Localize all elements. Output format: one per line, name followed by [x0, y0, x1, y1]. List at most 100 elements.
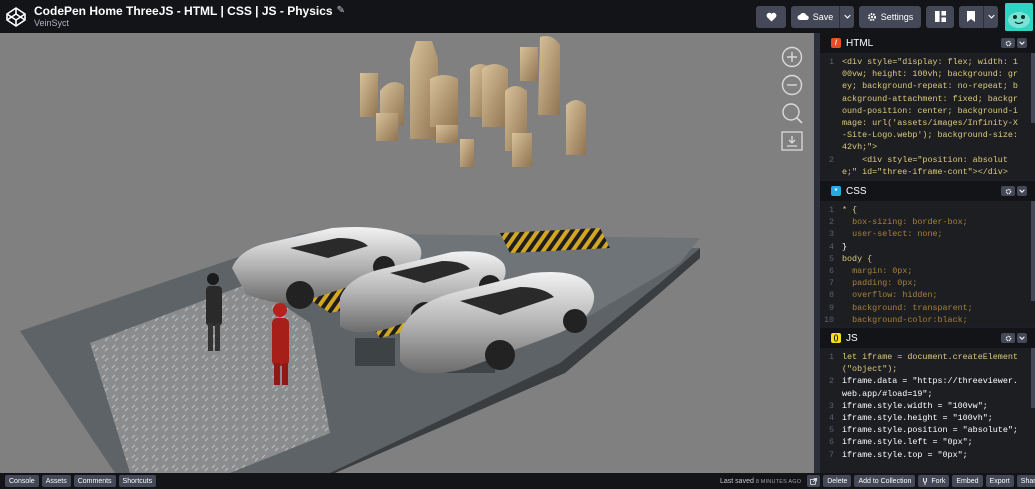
- preview-pane[interactable]: [0, 33, 814, 473]
- gear-icon: [1005, 40, 1011, 46]
- threejs-scene-canvas[interactable]: [0, 33, 814, 473]
- html-editor-pane[interactable]: / HTML 1 <div style="display: flex; width…: [820, 33, 1035, 179]
- share-button[interactable]: Share: [1016, 475, 1035, 487]
- last-saved-text: Last saved 8 MINUTES AGO: [720, 477, 802, 485]
- zoom-out-icon: [781, 74, 803, 96]
- add-to-collection-button[interactable]: Add to Collection: [854, 475, 916, 487]
- code-line: 1 * {: [828, 205, 858, 215]
- fork-label: Fork: [931, 477, 946, 485]
- code-line: 9 background: transparent;: [828, 302, 973, 313]
- code-line: 4}: [828, 241, 848, 252]
- code-line: 10 background-color:black;: [823, 314, 968, 325]
- css-collapse-button[interactable]: [1017, 186, 1027, 196]
- js-editor-pane[interactable]: () JS 1 let iframe = document.createEleme…: [820, 328, 1035, 473]
- zoom-reset-button[interactable]: [780, 101, 804, 125]
- html-collapse-button[interactable]: [1017, 38, 1027, 48]
- js-pane-title: JS: [846, 332, 858, 344]
- code-line: 1 <div style="display: flex; width: 100vw…: [828, 57, 1023, 153]
- code-line: 5 iframe.style.position = "absolute";: [828, 425, 1018, 436]
- js-settings-button[interactable]: [1001, 333, 1015, 343]
- html-scrollbar[interactable]: [1031, 53, 1035, 123]
- shortcuts-button[interactable]: Shortcuts: [118, 475, 157, 487]
- avatar[interactable]: [1005, 2, 1033, 31]
- bookmark-options-button[interactable]: [984, 5, 998, 28]
- code-line: 2 box-sizing: border-box;: [828, 217, 968, 228]
- layout-icon: [934, 11, 946, 22]
- fork-icon: [923, 477, 928, 485]
- comments-button[interactable]: Comments: [73, 475, 116, 487]
- html-code-area[interactable]: 1 <div style="display: flex; width: 100vw…: [820, 53, 1035, 178]
- css-code-area[interactable]: 1 * { 2 box-sizing: border-box; 3 user-se…: [820, 201, 1035, 326]
- css-badge-icon: *: [831, 186, 841, 196]
- css-settings-button[interactable]: [1001, 186, 1015, 196]
- bottom-bar: Console Assets Comments Shortcuts Last s…: [0, 473, 1035, 489]
- css-scrollbar[interactable]: [1031, 201, 1035, 301]
- chevron-down-icon: [843, 14, 851, 19]
- html-pane-header[interactable]: / HTML: [820, 33, 1035, 53]
- gear-icon: [1005, 335, 1011, 341]
- pen-title[interactable]: CodePen Home ThreeJS - HTML | CSS | JS -…: [34, 5, 333, 17]
- code-line: 5 body {: [828, 253, 873, 264]
- chevron-down-icon: [1019, 189, 1025, 193]
- code-line: 8 overflow: hidden;: [828, 290, 938, 301]
- code-line: 6 iframe.style.left = "0px";: [828, 437, 973, 448]
- code-line: 2 iframe.data = "https://threeviewer.web.…: [828, 376, 1018, 399]
- top-bar: CodePen Home ThreeJS - HTML | CSS | JS -…: [0, 0, 1035, 33]
- js-collapse-button[interactable]: [1017, 333, 1027, 343]
- delete-button[interactable]: Delete: [823, 475, 852, 487]
- chevron-down-icon: [1019, 41, 1025, 45]
- settings-button[interactable]: Settings: [859, 5, 921, 28]
- viewer-toolbar: [780, 45, 804, 157]
- save-label: Save: [812, 11, 834, 22]
- html-settings-button[interactable]: [1001, 38, 1015, 48]
- code-line: 7 iframe.style.top = "0px";: [828, 449, 968, 460]
- zoom-in-button[interactable]: [780, 45, 804, 69]
- zoom-in-icon: [781, 46, 803, 68]
- bookmark-icon: [967, 11, 975, 22]
- code-line: 2 <div style="position: absolute;" id="t…: [828, 154, 1008, 177]
- search-icon: [782, 103, 803, 124]
- chevron-down-icon: [987, 14, 995, 19]
- code-line: 1 let iframe = document.createElement("ob…: [828, 352, 1018, 375]
- code-line: 6 margin: 0px;: [828, 266, 913, 277]
- editor-column: / HTML 1 <div style="display: flex; width…: [814, 33, 1035, 473]
- settings-label: Settings: [880, 11, 914, 22]
- zoom-out-button[interactable]: [780, 73, 804, 97]
- js-scrollbar[interactable]: [1031, 348, 1035, 408]
- export-button[interactable]: Export: [985, 475, 1014, 487]
- embed-button[interactable]: Embed: [952, 475, 983, 487]
- code-line: 3 iframe.style.width = "100vw";: [828, 400, 988, 411]
- download-button[interactable]: [780, 129, 804, 153]
- avatar-face-icon: [1005, 2, 1033, 31]
- chevron-down-icon: [1019, 336, 1025, 340]
- code-line: 3 user-select: none;: [828, 229, 943, 240]
- code-line: 7 padding: 0px;: [828, 278, 918, 289]
- js-code-area[interactable]: 1 let iframe = document.createElement("ob…: [820, 348, 1035, 461]
- css-editor-pane[interactable]: * CSS 1 * { 2 box-sizing: border-box; 3 u…: [820, 181, 1035, 326]
- css-pane-header[interactable]: * CSS: [820, 181, 1035, 201]
- save-button[interactable]: Save: [791, 5, 839, 28]
- cloud-icon: [797, 13, 809, 20]
- gear-icon: [867, 12, 876, 21]
- chess-pieces-model: [360, 36, 586, 167]
- open-external-button[interactable]: [807, 475, 821, 487]
- save-options-button[interactable]: [840, 5, 854, 28]
- change-view-button[interactable]: [926, 5, 954, 28]
- gear-icon: [1005, 188, 1011, 194]
- edit-title-icon[interactable]: ✎: [337, 6, 345, 16]
- love-button[interactable]: [756, 5, 786, 28]
- code-line: 4 iframe.style.height = "100vh";: [828, 413, 993, 424]
- pen-author[interactable]: VeinSyct: [34, 19, 345, 28]
- js-badge-icon: (): [831, 333, 841, 343]
- codepen-logo-icon[interactable]: [5, 6, 27, 28]
- js-pane-header[interactable]: () JS: [820, 328, 1035, 348]
- assets-button[interactable]: Assets: [41, 475, 71, 487]
- heart-icon: [766, 12, 776, 22]
- fork-button[interactable]: Fork: [918, 475, 950, 487]
- css-pane-title: CSS: [846, 185, 867, 197]
- external-link-icon: [810, 477, 818, 485]
- html-pane-title: HTML: [846, 37, 874, 49]
- bookmark-button[interactable]: [959, 5, 983, 28]
- console-button[interactable]: Console: [5, 475, 39, 487]
- html-badge-icon: /: [831, 38, 841, 48]
